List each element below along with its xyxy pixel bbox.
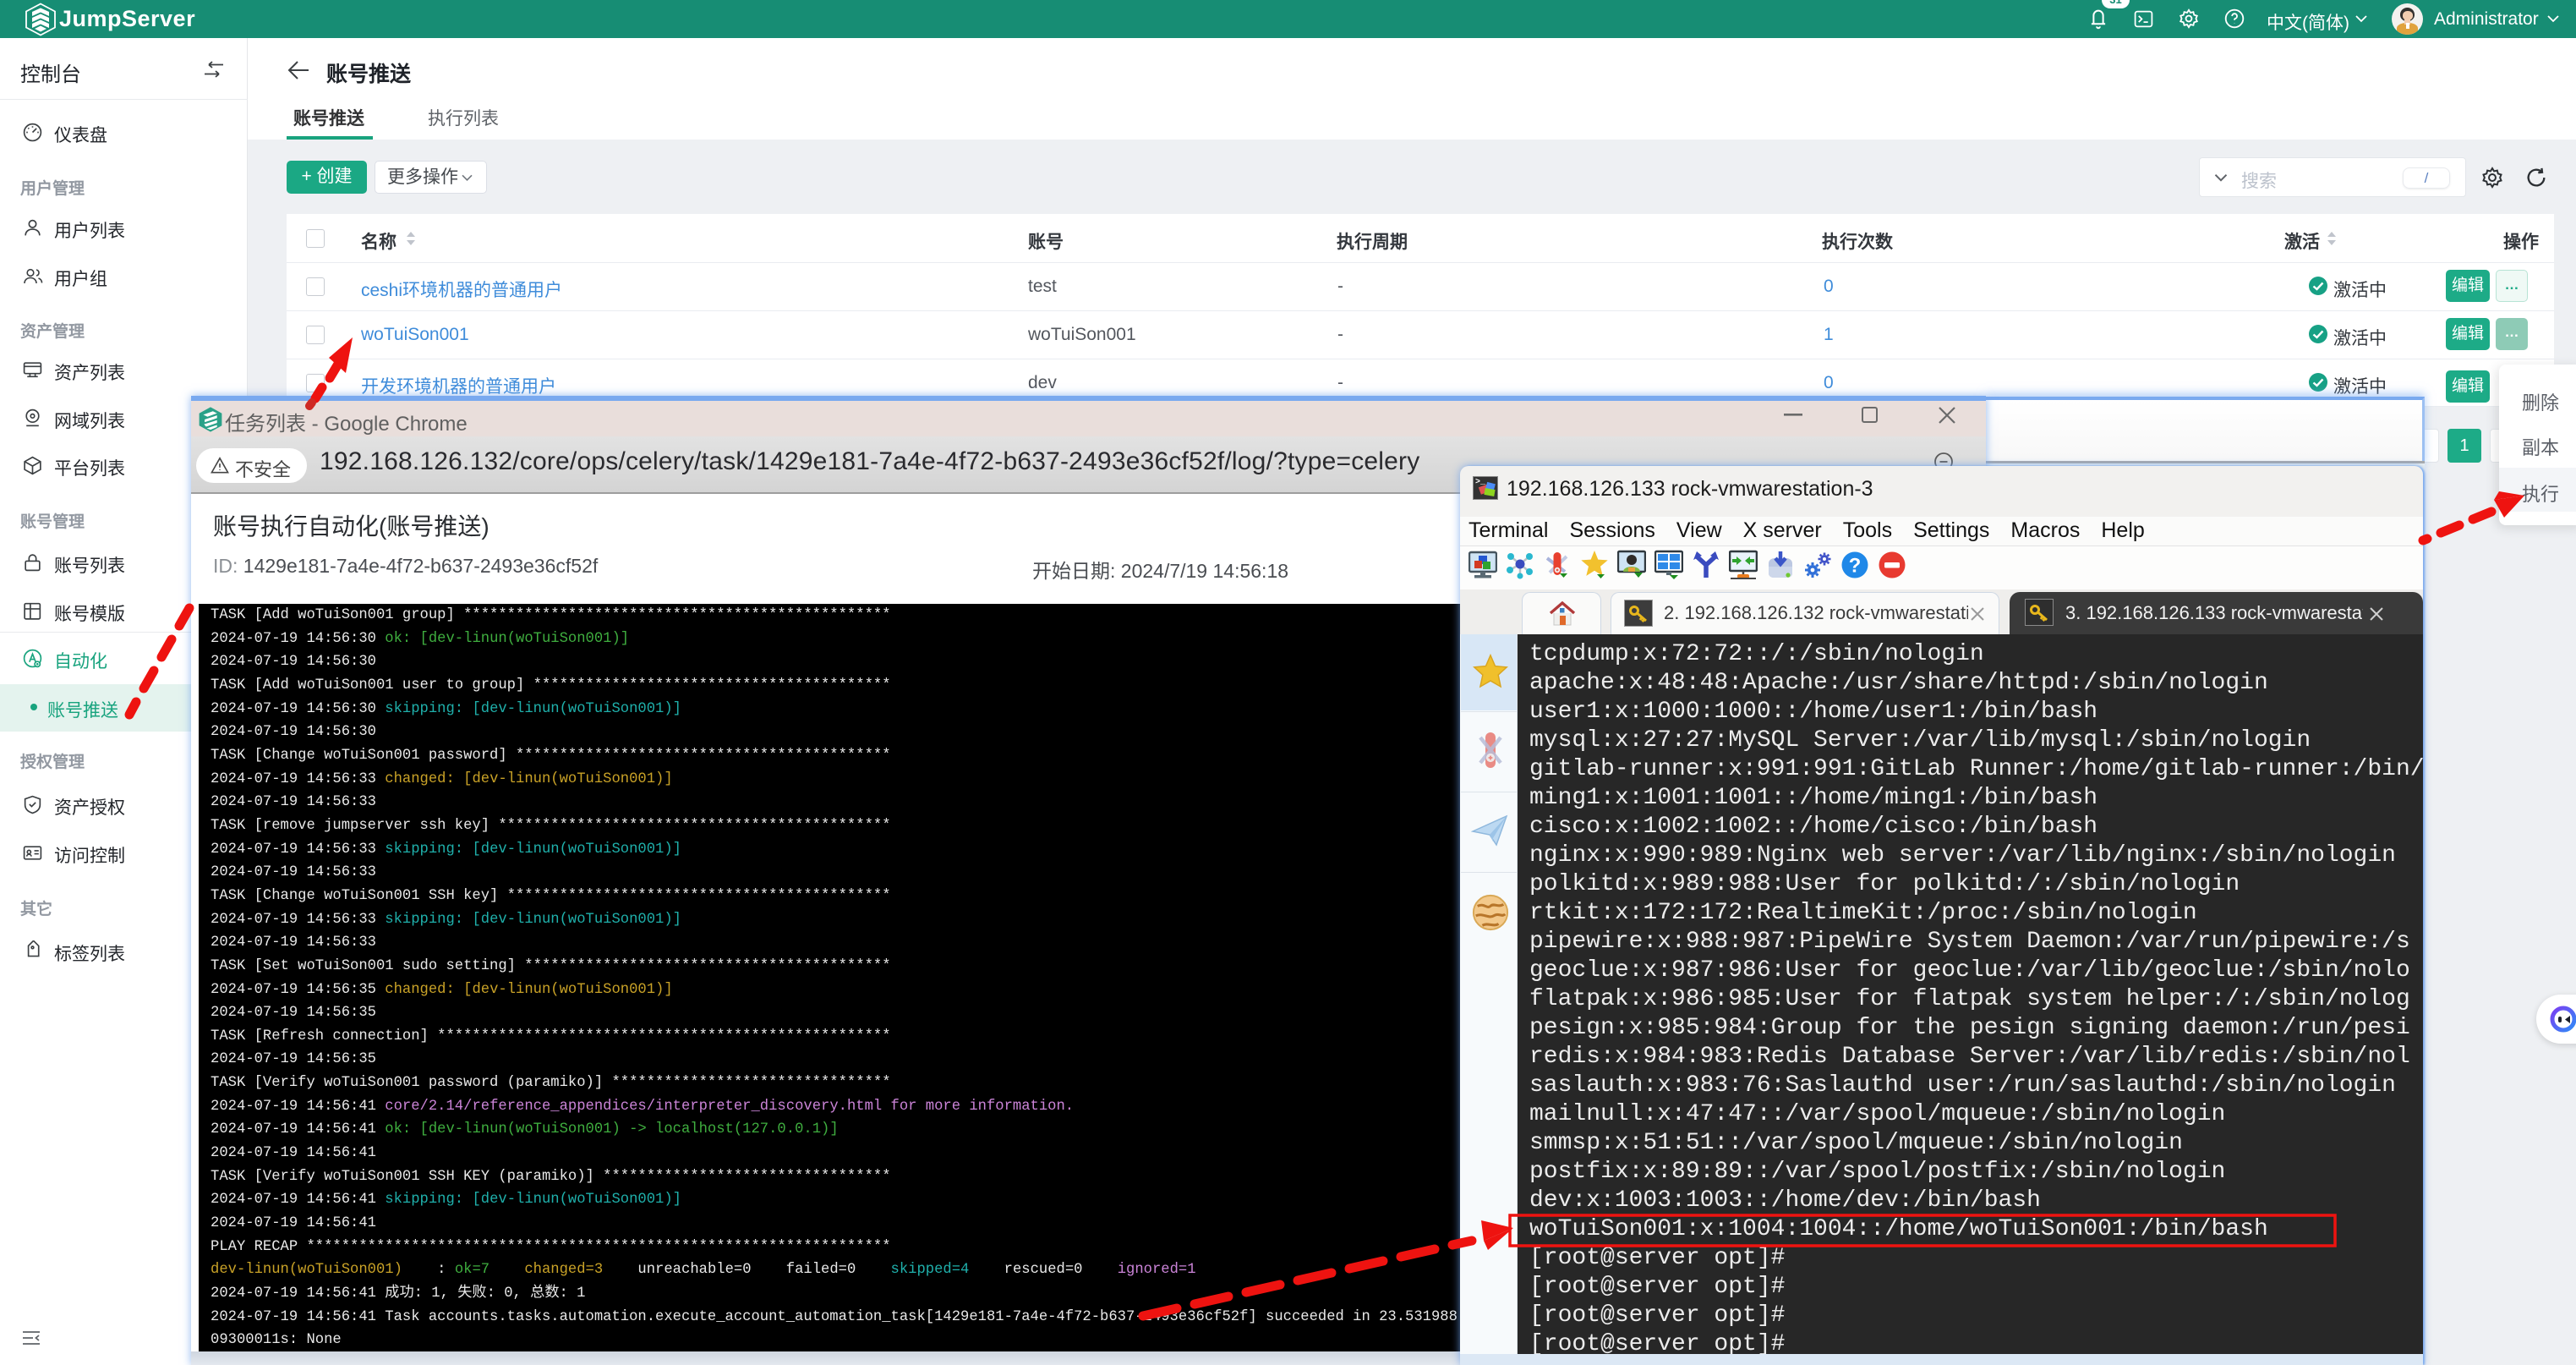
svg-text:?: ? xyxy=(1849,555,1862,578)
